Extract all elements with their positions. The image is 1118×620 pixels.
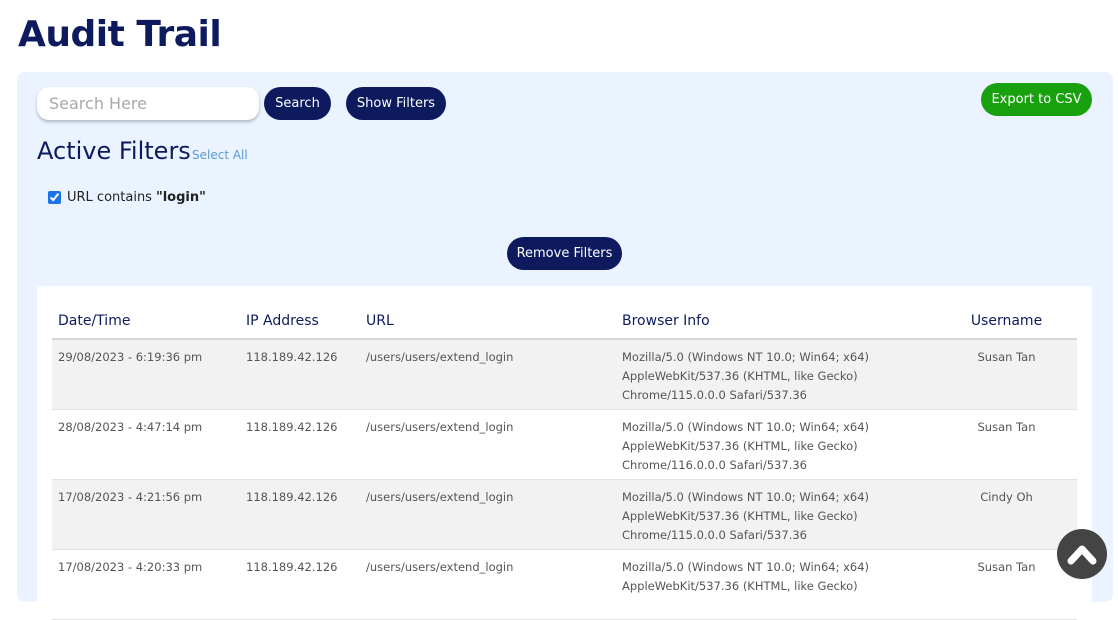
cell-browser-info: Mozilla/5.0 (Windows NT 10.0; Win64; x64…	[616, 339, 936, 410]
filter-label: URL contains	[67, 190, 152, 205]
table-row[interactable]: 29/08/2023 - 6:19:36 pm 118.189.42.126 /…	[52, 339, 1077, 410]
audit-table: Date/Time IP Address URL Browser Info Us…	[52, 304, 1077, 620]
cell-browser-info: Mozilla/5.0 (Windows NT 10.0; Win64; x64…	[616, 409, 936, 480]
cell-url: /users/users/extend_login	[360, 549, 616, 620]
cell-username: Susan Tan	[936, 409, 1077, 480]
column-header-url[interactable]: URL	[360, 304, 616, 340]
cell-username: Susan Tan	[936, 339, 1077, 410]
table-row[interactable]: 17/08/2023 - 4:21:56 pm 118.189.42.126 /…	[52, 479, 1077, 550]
filter-item[interactable]: URL contains "login"	[47, 190, 206, 205]
scroll-to-top-button[interactable]	[1057, 529, 1107, 579]
table-header-row: Date/Time IP Address URL Browser Info Us…	[52, 304, 1077, 340]
cell-username: Susan Tan	[936, 549, 1077, 620]
column-header-username[interactable]: Username	[936, 304, 1077, 340]
cell-url: /users/users/extend_login	[360, 479, 616, 550]
cell-browser-info: Mozilla/5.0 (Windows NT 10.0; Win64; x64…	[616, 549, 936, 620]
table-row[interactable]: 28/08/2023 - 4:47:14 pm 118.189.42.126 /…	[52, 409, 1077, 480]
cell-ip-address: 118.189.42.126	[240, 549, 360, 620]
table-row[interactable]: 17/08/2023 - 4:20:33 pm 118.189.42.126 /…	[52, 549, 1077, 620]
column-header-browser-info[interactable]: Browser Info	[616, 304, 936, 340]
column-header-datetime[interactable]: Date/Time	[52, 304, 240, 340]
filter-value: "login"	[155, 190, 206, 205]
remove-filters-button[interactable]: Remove Filters	[507, 237, 622, 270]
cell-username: Cindy Oh	[936, 479, 1077, 550]
export-csv-button[interactable]: Export to CSV	[981, 83, 1092, 116]
filter-checkbox[interactable]	[48, 191, 61, 204]
active-filters-title: Active Filters	[37, 137, 191, 165]
show-filters-button[interactable]: Show Filters	[346, 87, 446, 120]
select-all-link[interactable]: Select All	[192, 148, 248, 162]
cell-url: /users/users/extend_login	[360, 339, 616, 410]
cell-browser-info: Mozilla/5.0 (Windows NT 10.0; Win64; x64…	[616, 479, 936, 550]
column-header-ip-address[interactable]: IP Address	[240, 304, 360, 340]
search-button[interactable]: Search	[264, 87, 331, 120]
search-input[interactable]	[37, 87, 259, 120]
cell-ip-address: 118.189.42.126	[240, 339, 360, 410]
cell-datetime: 17/08/2023 - 4:20:33 pm	[52, 549, 240, 620]
cell-ip-address: 118.189.42.126	[240, 409, 360, 480]
cell-datetime: 29/08/2023 - 6:19:36 pm	[52, 339, 240, 410]
page-title: Audit Trail	[18, 14, 222, 55]
cell-datetime: 17/08/2023 - 4:21:56 pm	[52, 479, 240, 550]
cell-datetime: 28/08/2023 - 4:47:14 pm	[52, 409, 240, 480]
chevron-up-icon	[1067, 545, 1097, 565]
cell-url: /users/users/extend_login	[360, 409, 616, 480]
cell-ip-address: 118.189.42.126	[240, 479, 360, 550]
